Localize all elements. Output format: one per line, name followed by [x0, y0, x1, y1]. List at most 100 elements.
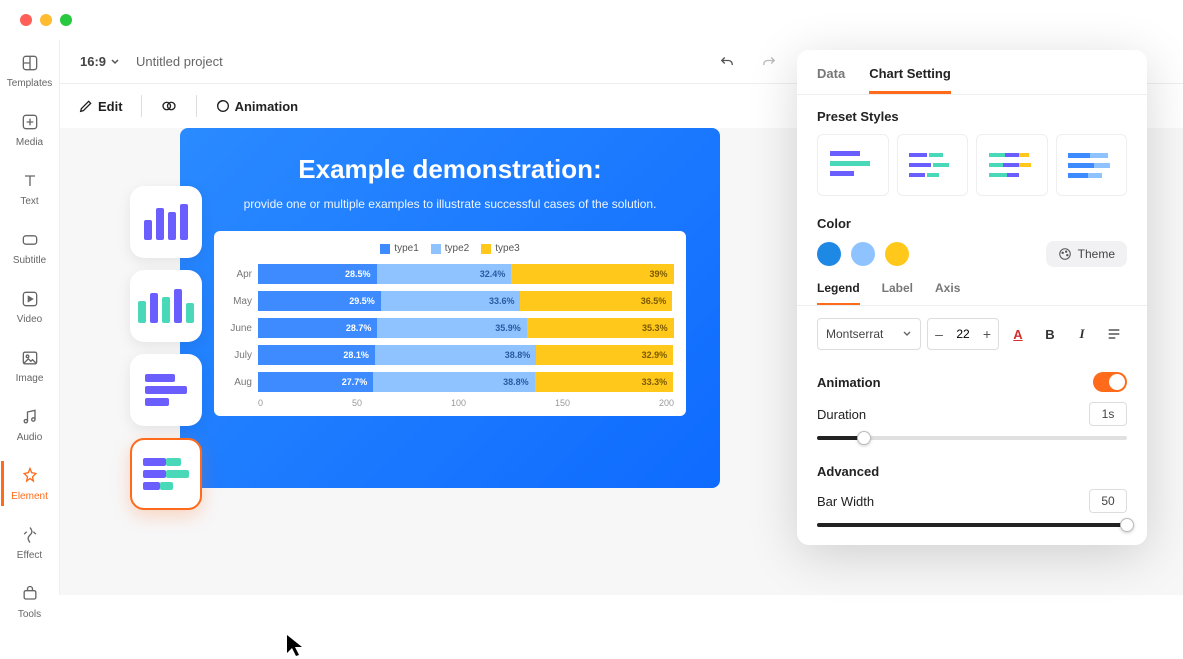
sidebar-label: Media	[16, 137, 43, 148]
font-controls: Montserrat – 22 + A B I	[797, 306, 1147, 362]
sidebar-label: Audio	[17, 432, 43, 443]
minimize-window-icon[interactable]	[40, 14, 52, 26]
duration-value: 1s	[1089, 402, 1127, 426]
bar-segment: 29.5%	[258, 291, 381, 311]
style-button[interactable]	[160, 97, 178, 115]
duration-slider[interactable]	[817, 436, 1127, 440]
font-color-button[interactable]: A	[1005, 321, 1031, 347]
sidebar-label: Video	[17, 314, 42, 325]
tab-data[interactable]: Data	[817, 66, 845, 94]
bar-width-slider[interactable]	[817, 523, 1127, 527]
chart-row: Apr28.5%32.4%39%	[226, 262, 674, 286]
text-icon	[19, 170, 41, 192]
bar-segment: 35.9%	[377, 318, 526, 338]
project-title[interactable]: Untitled project	[136, 54, 223, 69]
chart-row: June28.7%35.9%35.3%	[226, 316, 674, 340]
animation-label: Animation	[817, 375, 881, 390]
row-category-label: May	[226, 296, 258, 307]
sidebar-item-video[interactable]: Video	[3, 284, 57, 329]
overlap-icon	[160, 97, 178, 115]
font-size-stepper[interactable]: – 22 +	[927, 318, 999, 350]
effect-icon	[19, 524, 41, 546]
row-bar: 28.5%32.4%39%	[258, 264, 674, 284]
align-button[interactable]	[1101, 321, 1127, 347]
chart-type-hbar-stacked[interactable]	[130, 438, 202, 510]
sidebar-label: Text	[20, 196, 38, 207]
color-title: Color	[817, 216, 1127, 231]
sidebar-item-audio[interactable]: Audio	[3, 402, 57, 447]
element-icon	[19, 465, 41, 487]
chart-legend: type1 type2 type3	[226, 243, 674, 254]
bar-width-label: Bar Width	[817, 494, 874, 509]
decrease-button[interactable]: –	[928, 326, 950, 342]
animation-button[interactable]: Animation	[215, 98, 299, 114]
sidebar-item-tools[interactable]: Tools	[3, 579, 57, 624]
panel-tabs: Data Chart Setting	[797, 50, 1147, 95]
bar-segment: 28.1%	[258, 345, 375, 365]
row-bar: 27.7%38.8%33.3%	[258, 372, 674, 392]
animation-toggle[interactable]	[1093, 372, 1127, 392]
image-icon	[19, 347, 41, 369]
sidebar-item-effect[interactable]: Effect	[3, 520, 57, 565]
color-swatch-2[interactable]	[851, 242, 875, 266]
bar-segment: 33.3%	[535, 372, 674, 392]
preset-style-2[interactable]	[897, 134, 969, 196]
bar-segment: 32.4%	[377, 264, 512, 284]
tab-chart-setting[interactable]: Chart Setting	[869, 66, 951, 94]
increase-button[interactable]: +	[976, 326, 998, 342]
sidebar-item-media[interactable]: Media	[3, 107, 57, 152]
sidebar-item-element[interactable]: Element	[1, 461, 55, 506]
templates-icon	[19, 52, 41, 74]
italic-button[interactable]: I	[1069, 321, 1095, 347]
maximize-window-icon[interactable]	[60, 14, 72, 26]
row-category-label: Aug	[226, 377, 258, 388]
cursor-icon	[285, 633, 307, 659]
close-window-icon[interactable]	[20, 14, 32, 26]
bar-segment: 27.7%	[258, 372, 373, 392]
color-swatch-3[interactable]	[885, 242, 909, 266]
aspect-ratio-selector[interactable]: 16:9	[80, 54, 120, 69]
sidebar-label: Templates	[7, 78, 53, 89]
preset-style-1[interactable]	[817, 134, 889, 196]
sidebar-item-subtitle[interactable]: Subtitle	[3, 225, 57, 270]
subtab-axis[interactable]: Axis	[935, 281, 960, 305]
x-axis: 0 50 100 150 200	[258, 398, 674, 408]
row-category-label: June	[226, 323, 258, 334]
chart-type-column[interactable]	[130, 186, 202, 258]
sidebar: Templates Media Text Subtitle Video Imag…	[0, 40, 60, 595]
color-swatch-1[interactable]	[817, 242, 841, 266]
sidebar-label: Tools	[18, 609, 41, 620]
font-family-select[interactable]: Montserrat	[817, 318, 921, 350]
slide[interactable]: Example demonstration: provide one or mu…	[180, 128, 720, 488]
chart-type-column-grouped[interactable]	[130, 270, 202, 342]
titlebar	[0, 0, 1183, 40]
chevron-down-icon	[902, 329, 912, 339]
redo-button[interactable]	[757, 50, 781, 74]
subtab-label[interactable]: Label	[882, 281, 913, 305]
preset-style-4[interactable]	[1056, 134, 1128, 196]
chart-row: July28.1%38.8%32.9%	[226, 343, 674, 367]
undo-button[interactable]	[715, 50, 739, 74]
sidebar-label: Subtitle	[13, 255, 46, 266]
bar-segment: 38.8%	[375, 345, 536, 365]
audio-icon	[19, 406, 41, 428]
row-bar: 28.1%38.8%32.9%	[258, 345, 674, 365]
bold-button[interactable]: B	[1037, 321, 1063, 347]
video-icon	[19, 288, 41, 310]
row-bar: 28.7%35.9%35.3%	[258, 318, 674, 338]
edit-button[interactable]: Edit	[78, 98, 123, 114]
sidebar-label: Image	[16, 373, 44, 384]
sidebar-item-image[interactable]: Image	[3, 343, 57, 388]
sidebar-item-text[interactable]: Text	[3, 166, 57, 211]
bar-segment: 32.9%	[536, 345, 673, 365]
chart[interactable]: type1 type2 type3 Apr28.5%32.4%39% May29.…	[214, 231, 686, 416]
theme-button[interactable]: Theme	[1046, 241, 1127, 267]
chart-settings-panel: Data Chart Setting Preset Styles Color T…	[797, 50, 1147, 545]
subtab-legend[interactable]: Legend	[817, 281, 860, 305]
chart-type-hbar[interactable]	[130, 354, 202, 426]
sidebar-item-templates[interactable]: Templates	[3, 48, 57, 93]
sidebar-label: Element	[11, 491, 48, 502]
preset-style-3[interactable]	[976, 134, 1048, 196]
align-icon	[1106, 326, 1122, 342]
palette-icon	[1058, 247, 1072, 261]
